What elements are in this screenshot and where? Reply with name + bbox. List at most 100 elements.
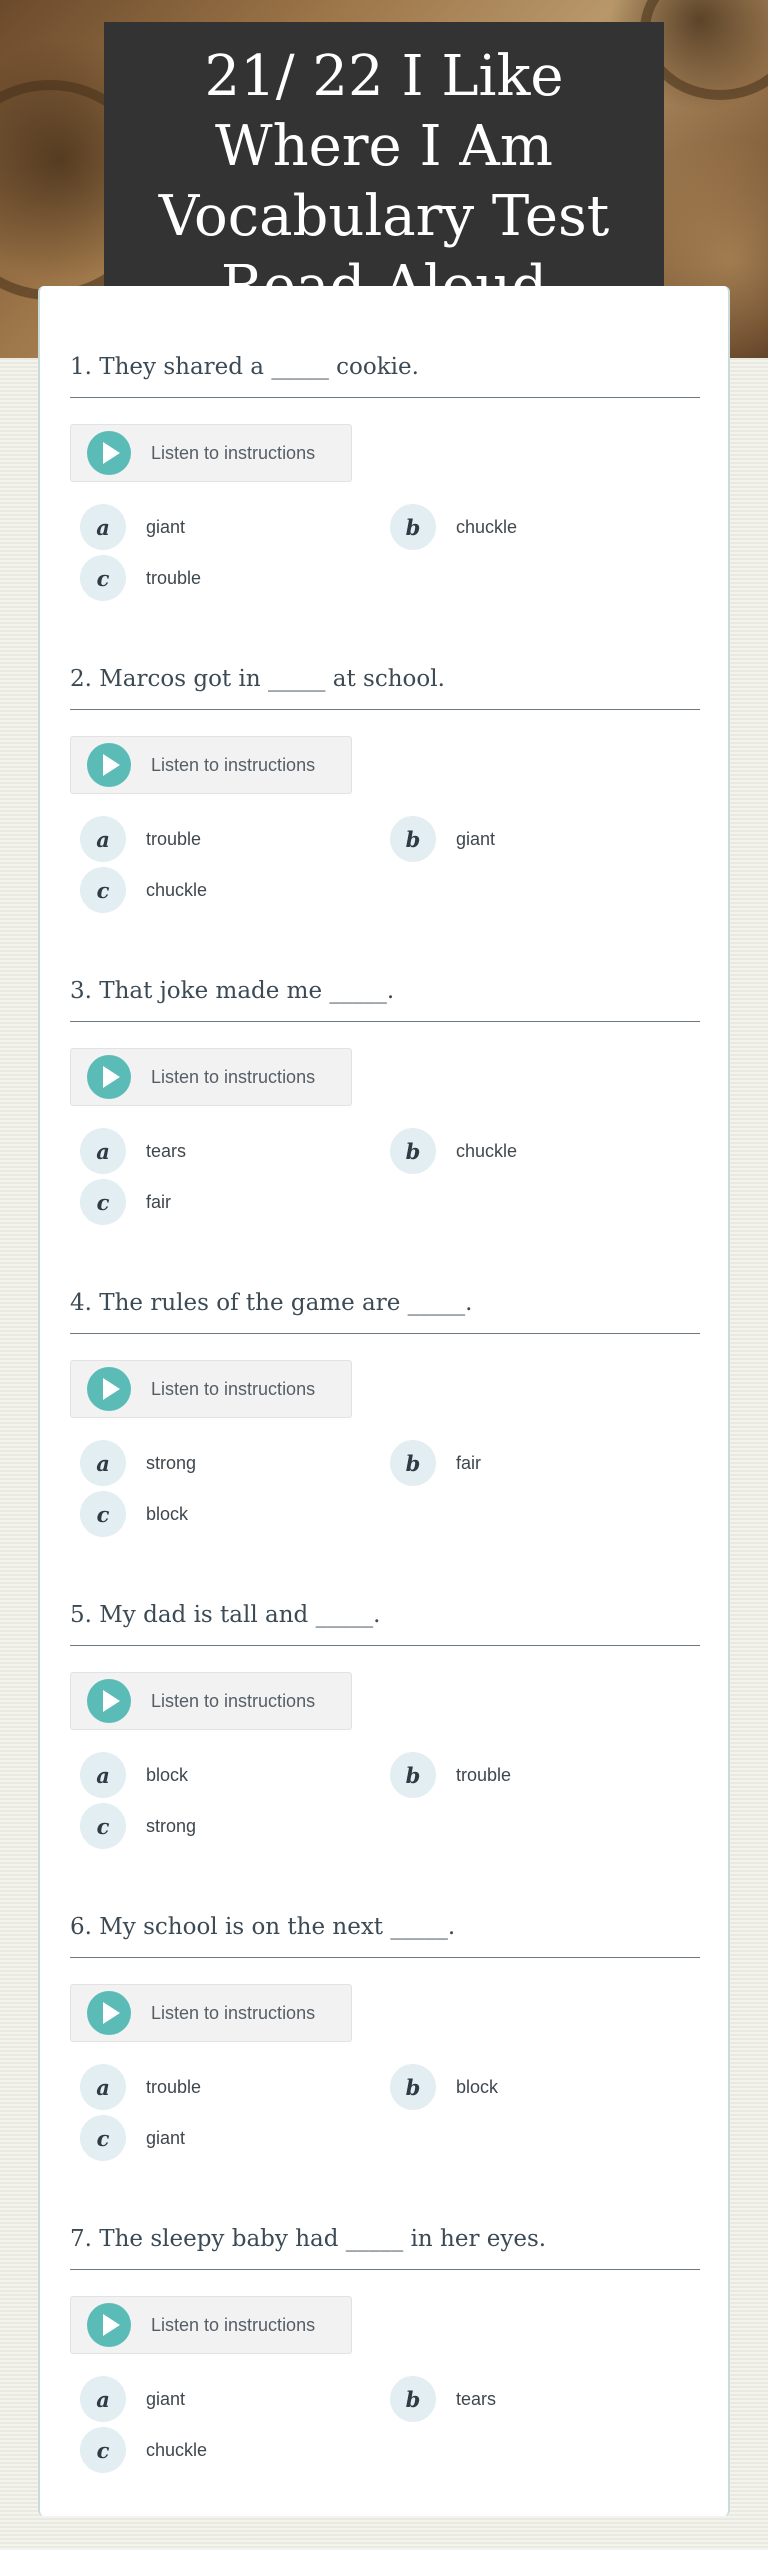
listen-label: Listen to instructions (151, 754, 316, 775)
listen-label: Listen to instructions (151, 2002, 316, 2023)
answer-option-b[interactable]: b chuckle (390, 504, 517, 550)
question-title: 6. My school is on the next _____. (70, 1900, 700, 1958)
option-letter-badge[interactable]: b (390, 816, 436, 862)
question-6: 6. My school is on the next _____. Listen… (70, 1900, 700, 2161)
option-label: giant (146, 2388, 186, 2409)
option-letter-badge[interactable]: c (80, 1803, 126, 1849)
answer-option-c[interactable]: c block (80, 1491, 188, 1537)
play-icon[interactable] (87, 1679, 131, 1723)
answer-option-c[interactable]: c strong (80, 1803, 196, 1849)
answer-option-b[interactable]: b trouble (390, 1752, 511, 1798)
play-icon[interactable] (87, 1367, 131, 1411)
option-letter-badge[interactable]: a (80, 504, 126, 550)
listen-button[interactable]: Listen to instructions (70, 1672, 352, 1730)
option-label: chuckle (456, 1140, 518, 1161)
listen-button[interactable]: Listen to instructions (70, 1048, 352, 1106)
option-label: tears (146, 1140, 187, 1161)
page-title: 21/ 22 I Like Where I Am Vocabulary Test… (158, 44, 610, 319)
option-label: fair (456, 1452, 482, 1473)
question-4: 4. The rules of the game are _____. Liste… (70, 1276, 700, 1537)
option-label: chuckle (146, 879, 208, 900)
listen-button[interactable]: Listen to instructions (70, 2296, 352, 2354)
option-letter-badge[interactable]: a (80, 1752, 126, 1798)
answer-option-b[interactable]: b block (390, 2064, 498, 2110)
answer-option-b[interactable]: b giant (390, 816, 495, 862)
listen-label: Listen to instructions (151, 442, 316, 463)
option-label: trouble (456, 1764, 512, 1785)
option-letter-badge[interactable]: a (80, 816, 126, 862)
option-label: chuckle (146, 2439, 208, 2460)
question-title: 4. The rules of the game are _____. (70, 1276, 700, 1334)
play-icon[interactable] (87, 2303, 131, 2347)
question-2: 2. Marcos got in _____ at school. Listen … (70, 652, 700, 913)
question-title: 3. That joke made me _____. (70, 964, 700, 1022)
option-label: giant (146, 516, 186, 537)
option-label: strong (146, 1815, 197, 1836)
listen-button[interactable]: Listen to instructions (70, 1984, 352, 2042)
option-label: giant (146, 2127, 186, 2148)
option-letter-badge[interactable]: c (80, 2115, 126, 2161)
title-box: 21/ 22 I Like Where I Am Vocabulary Test… (104, 22, 664, 322)
option-label: tears (456, 2388, 497, 2409)
listen-button[interactable]: Listen to instructions (70, 424, 352, 482)
play-icon[interactable] (87, 1055, 131, 1099)
option-letter-badge[interactable]: b (390, 504, 436, 550)
listen-label: Listen to instructions (151, 1690, 316, 1711)
option-label: chuckle (456, 516, 518, 537)
option-letter-badge[interactable]: a (80, 2064, 126, 2110)
option-letter-badge[interactable]: c (80, 867, 126, 913)
play-icon[interactable] (87, 431, 131, 475)
option-letter-badge[interactable]: c (80, 2427, 126, 2473)
answer-option-a[interactable]: a giant (80, 504, 185, 550)
question-1: 1. They shared a _____ cookie. Listen to … (70, 340, 700, 601)
answer-option-a[interactable]: a giant (80, 2376, 185, 2422)
answer-option-a[interactable]: a tears (80, 1128, 186, 1174)
answer-option-c[interactable]: c chuckle (80, 867, 207, 913)
answer-option-c[interactable]: c giant (80, 2115, 185, 2161)
answer-option-c[interactable]: c chuckle (80, 2427, 207, 2473)
question-3: 3. That joke made me _____. Listen to ins… (70, 964, 700, 1225)
option-letter-badge[interactable]: a (80, 1440, 126, 1486)
listen-button[interactable]: Listen to instructions (70, 736, 352, 794)
option-letter-badge[interactable]: c (80, 1179, 126, 1225)
option-letter-badge[interactable]: c (80, 1491, 126, 1537)
option-letter-badge[interactable]: b (390, 1128, 436, 1174)
option-label: trouble (146, 567, 202, 588)
answer-option-a[interactable]: a block (80, 1752, 188, 1798)
option-label: fair (146, 1191, 172, 1212)
option-label: block (456, 2076, 499, 2097)
option-label: trouble (146, 828, 202, 849)
answer-option-a[interactable]: a trouble (80, 2064, 201, 2110)
listen-label: Listen to instructions (151, 1378, 316, 1399)
listen-label: Listen to instructions (151, 1066, 316, 1087)
answer-option-b[interactable]: b tears (390, 2376, 496, 2422)
question-title: 1. They shared a _____ cookie. (70, 340, 700, 398)
listen-button[interactable]: Listen to instructions (70, 1360, 352, 1418)
question-title: 2. Marcos got in _____ at school. (70, 652, 700, 710)
play-icon[interactable] (87, 1991, 131, 2035)
option-label: giant (456, 828, 496, 849)
option-label: trouble (146, 2076, 202, 2097)
answer-option-c[interactable]: c fair (80, 1179, 171, 1225)
option-label: block (146, 1764, 189, 1785)
option-letter-badge[interactable]: b (390, 1752, 436, 1798)
quiz-card: 1. They shared a _____ cookie. Listen to … (38, 286, 730, 2516)
question-title: 5. My dad is tall and _____. (70, 1588, 700, 1646)
option-letter-badge[interactable]: a (80, 1128, 126, 1174)
option-letter-badge[interactable]: b (390, 2376, 436, 2422)
answer-option-a[interactable]: a strong (80, 1440, 196, 1486)
answer-option-b[interactable]: b fair (390, 1440, 481, 1486)
option-letter-badge[interactable]: a (80, 2376, 126, 2422)
option-label: block (146, 1503, 189, 1524)
question-5: 5. My dad is tall and _____. Listen to in… (70, 1588, 700, 1849)
option-letter-badge[interactable]: c (80, 555, 126, 601)
listen-label: Listen to instructions (151, 2314, 316, 2335)
answer-option-a[interactable]: a trouble (80, 816, 201, 862)
answer-option-b[interactable]: b chuckle (390, 1128, 517, 1174)
answer-option-c[interactable]: c trouble (80, 555, 201, 601)
option-letter-badge[interactable]: b (390, 1440, 436, 1486)
question-7: 7. The sleepy baby had _____ in her eyes… (70, 2212, 700, 2473)
play-icon[interactable] (87, 743, 131, 787)
question-title: 7. The sleepy baby had _____ in her eyes… (70, 2212, 700, 2270)
option-letter-badge[interactable]: b (390, 2064, 436, 2110)
